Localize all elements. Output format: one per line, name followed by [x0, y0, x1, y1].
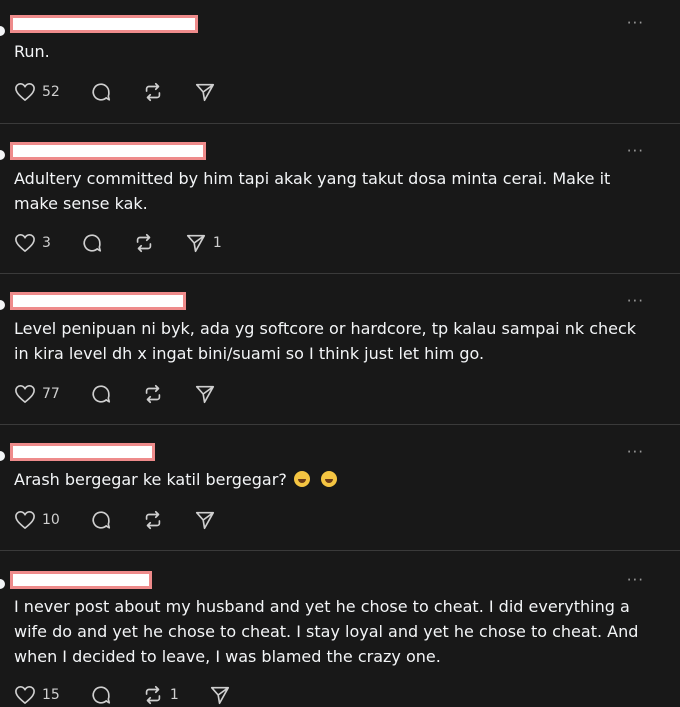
post-text: Run.: [14, 42, 50, 61]
more-options-icon[interactable]: ···: [627, 144, 644, 159]
post-4: ··· Arash bergegar ke katil bergegar? 10: [0, 425, 680, 551]
post-actions: 3 1: [14, 231, 252, 255]
repost-button[interactable]: 1: [142, 684, 179, 706]
repost-button[interactable]: [142, 383, 164, 405]
thread-dot: [0, 300, 5, 310]
send-icon: [195, 83, 214, 102]
like-count: 10: [42, 512, 60, 528]
laughing-emoji: [321, 471, 337, 487]
thread-dot: [0, 26, 5, 36]
post-actions: 10: [14, 508, 246, 532]
share-button[interactable]: 1: [185, 232, 222, 254]
repost-icon: [136, 233, 152, 253]
heart-icon: [15, 686, 35, 704]
comment-bubble-icon: [92, 385, 110, 403]
reply-button[interactable]: [90, 509, 112, 531]
repost-icon: [145, 82, 161, 102]
comment-bubble-icon: [92, 511, 110, 529]
post-text: Adultery committed by him tapi akak yang…: [14, 169, 611, 213]
like-count: 15: [42, 687, 60, 703]
redacted-username: [10, 443, 155, 461]
heart-icon: [15, 234, 35, 252]
send-icon: [195, 385, 214, 404]
heart-icon: [15, 83, 35, 101]
send-icon: [186, 234, 205, 253]
post-text: Arash bergegar ke katil bergegar?: [14, 467, 652, 492]
redacted-username: [10, 571, 152, 589]
post-3: ··· Level penipuan ni byk, ada yg softco…: [0, 274, 680, 425]
post-text-content: Arash bergegar ke katil bergegar?: [14, 470, 287, 489]
more-options-icon[interactable]: ···: [627, 445, 644, 460]
more-options-icon[interactable]: ···: [627, 16, 644, 31]
post-actions: 15 1: [14, 683, 261, 707]
like-button[interactable]: 77: [14, 384, 60, 404]
comment-bubble-icon: [92, 83, 110, 101]
share-button[interactable]: [194, 383, 216, 405]
reply-button[interactable]: [81, 232, 103, 254]
post-5: ··· I never post about my husband and ye…: [0, 551, 680, 707]
thread-dot: [0, 579, 5, 589]
post-text: I never post about my husband and yet he…: [14, 597, 639, 666]
share-count: 1: [212, 235, 222, 251]
reply-button[interactable]: [90, 383, 112, 405]
reply-button[interactable]: [90, 81, 112, 103]
post-actions: 52: [14, 80, 246, 104]
share-button[interactable]: [194, 81, 216, 103]
more-options-icon[interactable]: ···: [627, 573, 644, 588]
send-icon: [210, 686, 229, 705]
comment-bubble-icon: [92, 686, 110, 704]
post-actions: 77: [14, 382, 246, 406]
like-count: 77: [42, 386, 60, 402]
repost-icon: [145, 384, 161, 404]
like-button[interactable]: 52: [14, 82, 60, 102]
repost-button[interactable]: [133, 232, 155, 254]
share-button[interactable]: [209, 684, 231, 706]
like-count: 3: [42, 235, 51, 251]
more-options-icon[interactable]: ···: [627, 294, 644, 309]
redacted-username: [10, 292, 186, 310]
send-icon: [195, 511, 214, 530]
thread-dot: [0, 150, 5, 160]
comment-bubble-icon: [83, 234, 101, 252]
redacted-username: [10, 15, 198, 33]
repost-button[interactable]: [142, 509, 164, 531]
post-text: Level penipuan ni byk, ada yg softcore o…: [14, 319, 637, 363]
like-button[interactable]: 15: [14, 685, 60, 705]
post-2: ··· Adultery committed by him tapi akak …: [0, 124, 680, 274]
laughing-emoji: [293, 471, 310, 487]
reply-button[interactable]: [90, 684, 112, 706]
like-button[interactable]: 3: [14, 233, 51, 253]
repost-icon: [145, 510, 161, 530]
share-button[interactable]: [194, 509, 216, 531]
heart-icon: [15, 511, 35, 529]
redacted-username: [10, 142, 206, 160]
post-1: ··· Run. 52: [0, 0, 680, 124]
repost-icon: [145, 685, 161, 705]
repost-button[interactable]: [142, 81, 164, 103]
like-button[interactable]: 10: [14, 510, 60, 530]
heart-icon: [15, 385, 35, 403]
like-count: 52: [42, 84, 60, 100]
thread-dot: [0, 451, 5, 461]
repost-count: 1: [169, 687, 179, 703]
